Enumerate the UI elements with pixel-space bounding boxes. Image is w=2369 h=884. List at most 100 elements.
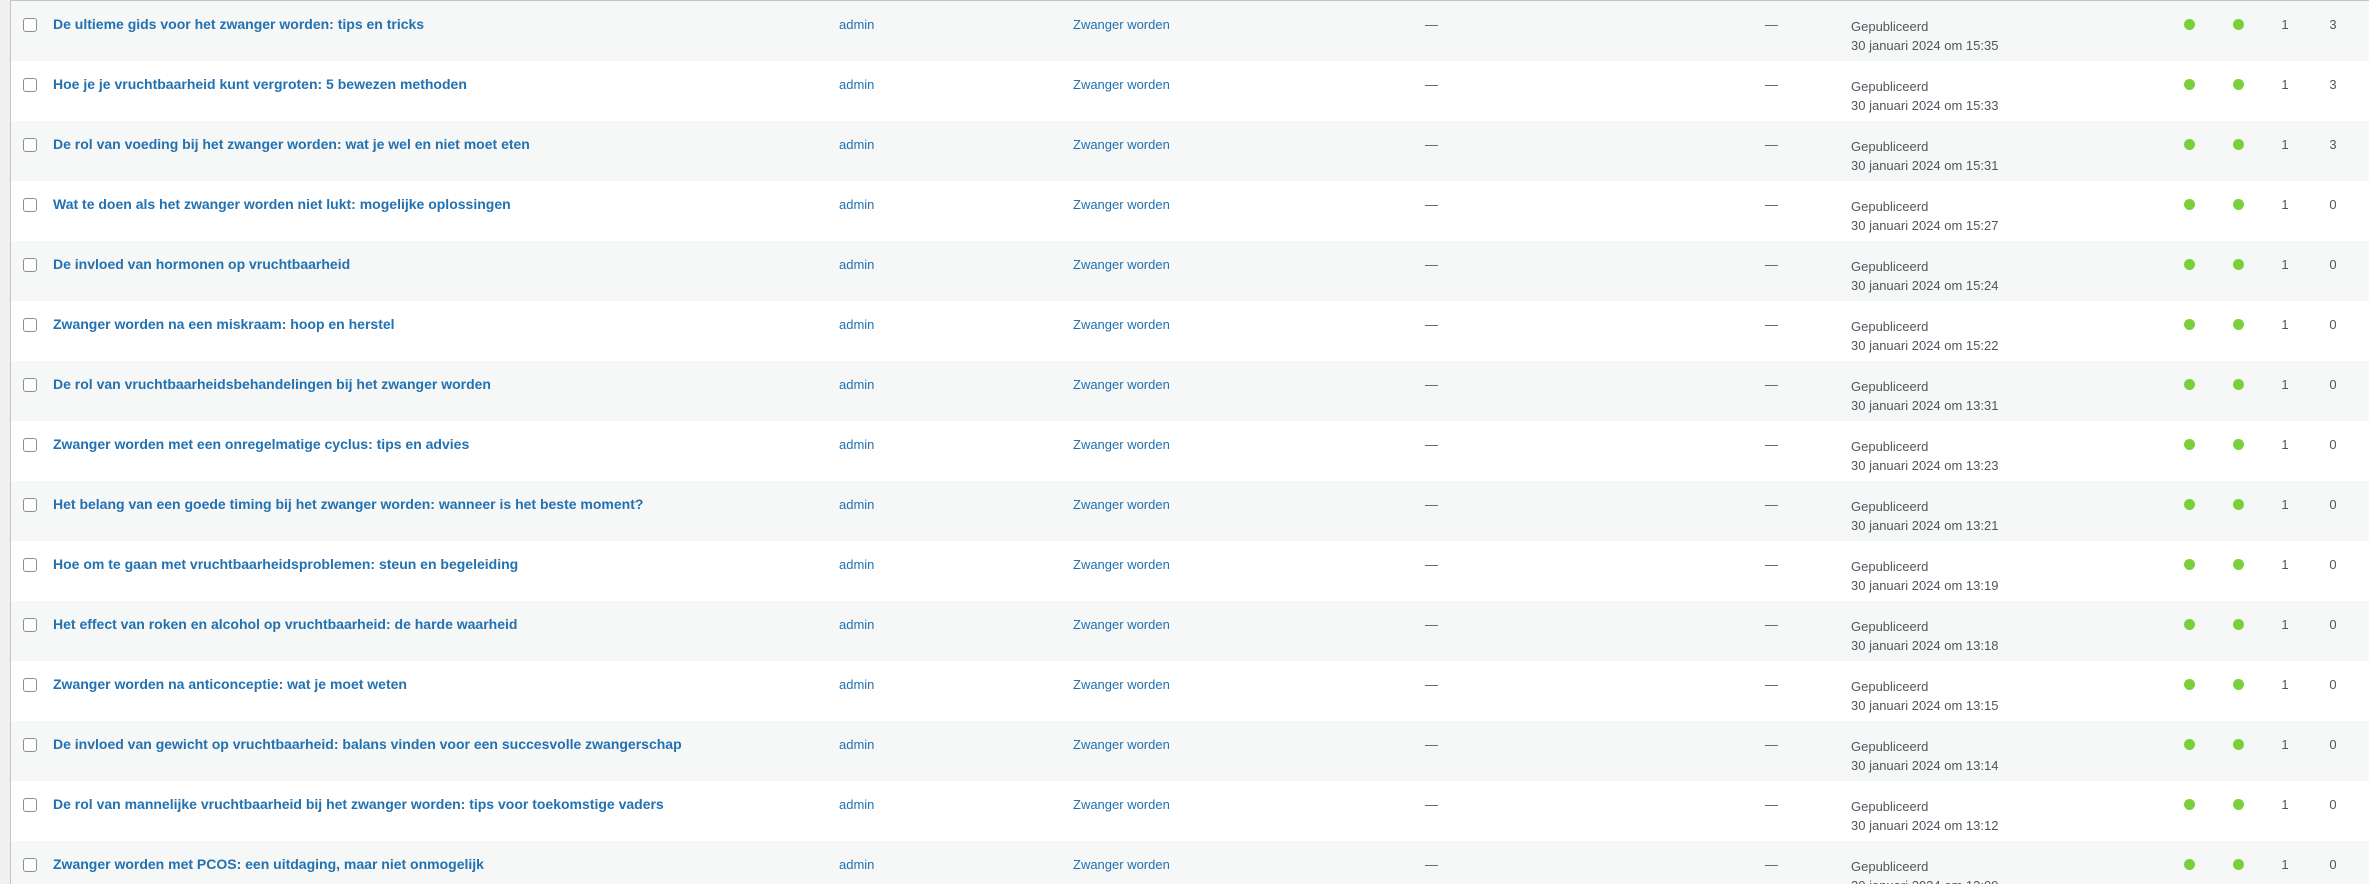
post-category-link[interactable]: Zwanger worden: [1073, 377, 1170, 392]
post-datetime: 30 januari 2024 om 13:09: [1851, 876, 1998, 884]
incoming-links-count: 0: [2329, 797, 2337, 812]
readability-score-dot-icon: [2233, 139, 2244, 150]
post-category-link[interactable]: Zwanger worden: [1073, 257, 1170, 272]
post-category-link[interactable]: Zwanger worden: [1073, 677, 1170, 692]
table-row: Hoe je je vruchtbaarheid kunt vergroten:…: [11, 61, 2369, 121]
post-date: Gepubliceerd 30 januari 2024 om 13:31: [1851, 377, 1998, 415]
readability-score-dot-icon: [2233, 439, 2244, 450]
post-date: Gepubliceerd 30 januari 2024 om 13:18: [1851, 617, 1998, 655]
row-checkbox[interactable]: [23, 738, 37, 752]
post-tags: —: [1425, 857, 1438, 872]
post-tags: —: [1425, 257, 1438, 272]
post-category-link[interactable]: Zwanger worden: [1073, 737, 1170, 752]
post-category-link[interactable]: Zwanger worden: [1073, 317, 1170, 332]
post-date: Gepubliceerd 30 januari 2024 om 15:24: [1851, 257, 1998, 295]
outgoing-links-count: 1: [2281, 617, 2289, 632]
incoming-links-count: 0: [2329, 737, 2337, 752]
post-author-link[interactable]: admin: [839, 557, 874, 572]
post-category-link[interactable]: Zwanger worden: [1073, 197, 1170, 212]
post-author-link[interactable]: admin: [839, 257, 874, 272]
post-date: Gepubliceerd 30 januari 2024 om 15:33: [1851, 77, 1998, 115]
incoming-links-count: 0: [2329, 317, 2337, 332]
post-datetime: 30 januari 2024 om 13:31: [1851, 398, 1999, 413]
post-title-link[interactable]: De rol van voeding bij het zwanger worde…: [53, 136, 530, 152]
incoming-links-count: 3: [2329, 17, 2337, 32]
post-comments: —: [1765, 497, 1778, 512]
post-status: Gepubliceerd: [1851, 319, 1929, 334]
seo-score-dot-icon: [2184, 319, 2195, 330]
post-category-link[interactable]: Zwanger worden: [1073, 137, 1170, 152]
post-author-link[interactable]: admin: [839, 137, 874, 152]
readability-score-dot-icon: [2233, 799, 2244, 810]
post-status: Gepubliceerd: [1851, 859, 1929, 874]
post-title-link[interactable]: Zwanger worden met PCOS: een uitdaging, …: [53, 856, 484, 872]
post-author-link[interactable]: admin: [839, 377, 874, 392]
seo-score-dot-icon: [2184, 439, 2195, 450]
seo-score-dot-icon: [2184, 19, 2195, 30]
post-author-link[interactable]: admin: [839, 797, 874, 812]
post-category-link[interactable]: Zwanger worden: [1073, 77, 1170, 92]
row-checkbox[interactable]: [23, 678, 37, 692]
post-title-link[interactable]: Het belang van een goede timing bij het …: [53, 496, 643, 512]
post-date: Gepubliceerd 30 januari 2024 om 15:22: [1851, 317, 1998, 355]
post-author-link[interactable]: admin: [839, 17, 874, 32]
post-status: Gepubliceerd: [1851, 79, 1929, 94]
post-category-link[interactable]: Zwanger worden: [1073, 437, 1170, 452]
post-author-link[interactable]: admin: [839, 857, 874, 872]
seo-score-dot-icon: [2184, 259, 2195, 270]
post-title-link[interactable]: Zwanger worden na een miskraam: hoop en …: [53, 316, 395, 332]
row-checkbox[interactable]: [23, 258, 37, 272]
row-checkbox[interactable]: [23, 618, 37, 632]
post-category-link[interactable]: Zwanger worden: [1073, 17, 1170, 32]
row-checkbox[interactable]: [23, 378, 37, 392]
post-title-link[interactable]: Hoe je je vruchtbaarheid kunt vergroten:…: [53, 76, 467, 92]
post-date: Gepubliceerd 30 januari 2024 om 15:31: [1851, 137, 1998, 175]
post-comments: —: [1765, 437, 1778, 452]
post-category-link[interactable]: Zwanger worden: [1073, 617, 1170, 632]
post-datetime: 30 januari 2024 om 15:24: [1851, 278, 1999, 293]
post-title-link[interactable]: Zwanger worden met een onregelmatige cyc…: [53, 436, 469, 452]
post-title-link[interactable]: De ultieme gids voor het zwanger worden:…: [53, 16, 424, 32]
post-title-link[interactable]: Wat te doen als het zwanger worden niet …: [53, 196, 511, 212]
post-status: Gepubliceerd: [1851, 559, 1929, 574]
row-checkbox[interactable]: [23, 438, 37, 452]
row-checkbox[interactable]: [23, 798, 37, 812]
post-title-link[interactable]: Het effect van roken en alcohol op vruch…: [53, 616, 517, 632]
post-status: Gepubliceerd: [1851, 199, 1929, 214]
incoming-links-count: 3: [2329, 137, 2337, 152]
post-category-link[interactable]: Zwanger worden: [1073, 557, 1170, 572]
post-author-link[interactable]: admin: [839, 677, 874, 692]
post-category-link[interactable]: Zwanger worden: [1073, 857, 1170, 872]
post-title-link[interactable]: De invloed van hormonen op vruchtbaarhei…: [53, 256, 350, 272]
post-comments: —: [1765, 377, 1778, 392]
readability-score-dot-icon: [2233, 379, 2244, 390]
post-title-link[interactable]: Zwanger worden na anticonceptie: wat je …: [53, 676, 407, 692]
seo-score-dot-icon: [2184, 739, 2195, 750]
post-author-link[interactable]: admin: [839, 437, 874, 452]
post-author-link[interactable]: admin: [839, 77, 874, 92]
row-checkbox[interactable]: [23, 558, 37, 572]
row-checkbox[interactable]: [23, 858, 37, 872]
row-checkbox[interactable]: [23, 78, 37, 92]
post-author-link[interactable]: admin: [839, 497, 874, 512]
row-checkbox[interactable]: [23, 498, 37, 512]
row-checkbox[interactable]: [23, 198, 37, 212]
post-title-link[interactable]: Hoe om te gaan met vruchtbaarheidsproble…: [53, 556, 518, 572]
row-checkbox[interactable]: [23, 318, 37, 332]
row-checkbox[interactable]: [23, 18, 37, 32]
post-title-link[interactable]: De rol van vruchtbaarheidsbehandelingen …: [53, 376, 491, 392]
post-author-link[interactable]: admin: [839, 197, 874, 212]
row-checkbox[interactable]: [23, 138, 37, 152]
table-row: Zwanger worden na een miskraam: hoop en …: [11, 301, 2369, 361]
outgoing-links-count: 1: [2281, 17, 2289, 32]
post-datetime: 30 januari 2024 om 13:21: [1851, 518, 1999, 533]
post-author-link[interactable]: admin: [839, 317, 874, 332]
post-author-link[interactable]: admin: [839, 737, 874, 752]
post-title-link[interactable]: De rol van mannelijke vruchtbaarheid bij…: [53, 796, 664, 812]
seo-score-dot-icon: [2184, 799, 2195, 810]
post-title-link[interactable]: De invloed van gewicht op vruchtbaarheid…: [53, 736, 682, 752]
post-tags: —: [1425, 137, 1438, 152]
post-category-link[interactable]: Zwanger worden: [1073, 497, 1170, 512]
post-category-link[interactable]: Zwanger worden: [1073, 797, 1170, 812]
post-author-link[interactable]: admin: [839, 617, 874, 632]
